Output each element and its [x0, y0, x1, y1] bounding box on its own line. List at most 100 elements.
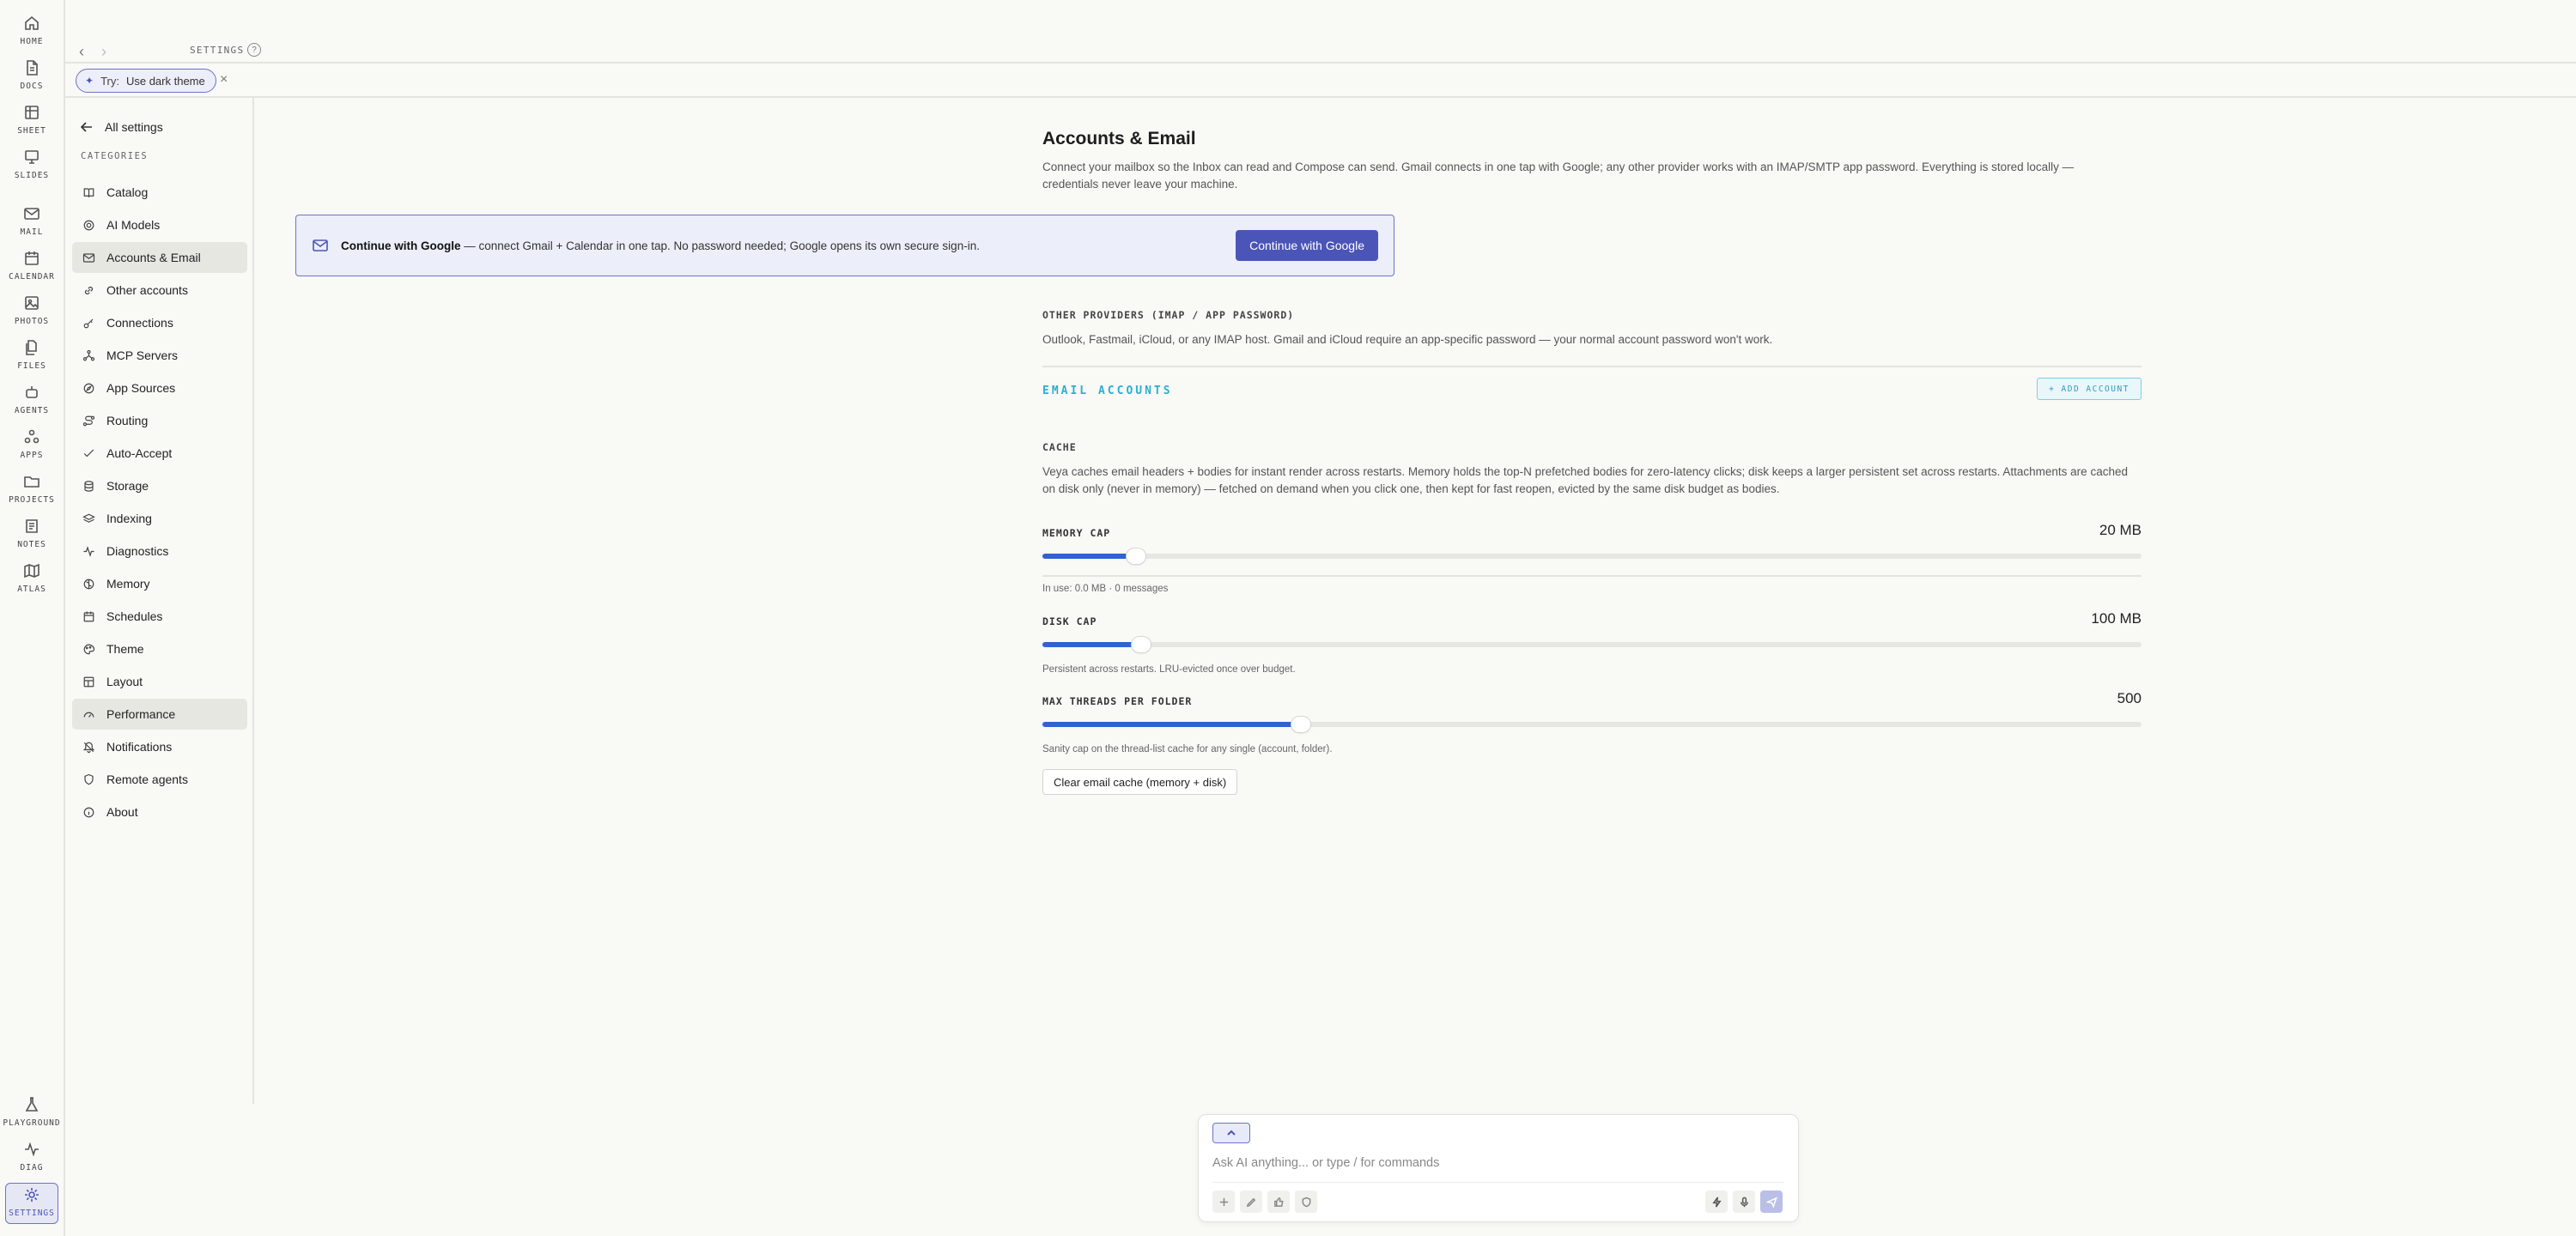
brain-icon	[82, 578, 95, 591]
sidebar-item-ai-models[interactable]: AI Models	[72, 209, 247, 240]
thumbs-up-button[interactable]	[1267, 1191, 1290, 1213]
flask-icon	[22, 1095, 41, 1114]
close-icon[interactable]: ×	[220, 72, 228, 88]
pulse-icon	[22, 1140, 41, 1159]
sidebar-item-diagnostics[interactable]: Diagnostics	[72, 536, 247, 566]
rail-item-label: MAIL	[20, 227, 44, 237]
bolt-button[interactable]	[1705, 1191, 1728, 1213]
disk-cap-slider[interactable]	[1042, 637, 2142, 652]
chat-input[interactable]	[1212, 1153, 1779, 1173]
sidebar-item-theme[interactable]: Theme	[72, 633, 247, 664]
folder-icon	[22, 472, 41, 491]
sidebar-item-catalog[interactable]: Catalog	[72, 177, 247, 208]
book-icon	[82, 186, 95, 199]
gauge-icon	[82, 708, 95, 721]
slider-thumb[interactable]	[1126, 548, 1145, 564]
rail-item-label: SLIDES	[14, 171, 50, 180]
rail-item-agents[interactable]: AGENTS	[5, 381, 58, 422]
sidebar-item-label: Connections	[106, 316, 173, 330]
slider-track	[1042, 554, 2142, 559]
forward-arrow-icon[interactable]: ›	[101, 43, 106, 61]
rail-item-sheet[interactable]: SHEET	[5, 101, 58, 142]
sidebar-item-schedules[interactable]: Schedules	[72, 601, 247, 632]
sidebar-item-label: Remote agents	[106, 772, 188, 786]
sidebar-item-auto-accept[interactable]: Auto-Accept	[72, 438, 247, 469]
rail-item-docs[interactable]: DOCS	[5, 57, 58, 98]
add-account-button[interactable]: + ADD ACCOUNT	[2037, 378, 2142, 400]
mail-icon	[22, 204, 41, 223]
sidebar-item-notifications[interactable]: Notifications	[72, 731, 247, 762]
agents-icon	[22, 383, 41, 402]
key-icon	[82, 317, 95, 330]
cache-label: CACHE	[1042, 441, 1077, 453]
rail-item-files[interactable]: FILES	[5, 336, 58, 378]
sidebar-item-label: Indexing	[106, 512, 152, 525]
slider-fill	[1042, 642, 1142, 647]
sidebar-item-label: Layout	[106, 675, 143, 688]
rail-item-home[interactable]: HOME	[5, 12, 58, 53]
sidebar-item-about[interactable]: About	[72, 797, 247, 827]
sidebar-item-storage[interactable]: Storage	[72, 470, 247, 501]
sidebar-item-connections[interactable]: Connections	[72, 307, 247, 338]
shield-icon	[1302, 1197, 1310, 1207]
back-arrow-icon[interactable]: ‹	[79, 43, 84, 61]
sidebar-item-memory[interactable]: Memory	[72, 568, 247, 599]
sidebar-item-performance[interactable]: Performance	[72, 699, 247, 730]
sparkle-icon: ✦	[85, 75, 94, 87]
map-icon	[22, 561, 41, 580]
max-threads-hint: Sanity cap on the thread-list cache for …	[1042, 744, 1333, 754]
sidebar-item-app-sources[interactable]: App Sources	[72, 373, 247, 403]
rail-item-label: ATLAS	[17, 585, 46, 594]
memory-cap-label: MEMORY CAP	[1042, 527, 1111, 539]
rail-item-atlas[interactable]: ATLAS	[5, 560, 58, 601]
rail-item-diag[interactable]: DIAG	[5, 1138, 58, 1179]
chevron-up-icon	[1227, 1130, 1236, 1136]
sidebar-item-accounts-email[interactable]: Accounts & Email	[72, 242, 247, 273]
gear-icon	[22, 1185, 41, 1204]
rail-item-projects[interactable]: PROJECTS	[5, 470, 58, 512]
continue-with-google-button[interactable]: Continue with Google	[1236, 230, 1378, 261]
rail-item-label: CALENDAR	[9, 272, 55, 282]
memory-cap-slider[interactable]	[1042, 548, 2142, 564]
ai-chat-box	[1198, 1114, 1799, 1222]
rail-item-label: HOME	[20, 37, 44, 46]
sidebar-item-label: Memory	[106, 577, 150, 591]
all-settings-link[interactable]: All settings	[81, 120, 163, 134]
rail-item-label: DOCS	[20, 82, 44, 91]
sidebar-item-indexing[interactable]: Indexing	[72, 503, 247, 534]
rail-item-apps[interactable]: APPS	[5, 426, 58, 467]
rail-item-photos[interactable]: PHOTOS	[5, 292, 58, 333]
bell-off-icon	[82, 741, 95, 754]
rail-item-settings[interactable]: SETTINGS	[5, 1183, 58, 1224]
sidebar-item-remote-agents[interactable]: Remote agents	[72, 764, 247, 795]
rail-item-mail[interactable]: MAIL	[5, 203, 58, 244]
slider-thumb[interactable]	[1132, 637, 1151, 652]
sidebar-item-mcp-servers[interactable]: MCP Servers	[72, 340, 247, 371]
rail-item-playground[interactable]: PLAYGROUND	[3, 1094, 60, 1135]
slider-thumb[interactable]	[1291, 717, 1310, 732]
bookmark-button[interactable]	[1295, 1191, 1317, 1213]
google-connect-card: Continue with Google — connect Gmail + C…	[295, 215, 1394, 276]
sidebar-item-other-accounts[interactable]: Other accounts	[72, 275, 247, 306]
pen-tool-button[interactable]	[1240, 1191, 1262, 1213]
page-title: Accounts & Email	[1042, 129, 1196, 148]
email-accounts-label: EMAIL ACCOUNTS	[1042, 385, 1173, 397]
notes-icon	[22, 517, 41, 536]
rail-item-calendar[interactable]: CALENDAR	[5, 247, 58, 288]
send-button[interactable]	[1760, 1191, 1783, 1213]
sidebar-item-routing[interactable]: Routing	[72, 405, 247, 436]
rail-item-label: FILES	[17, 361, 46, 371]
add-attachment-button[interactable]	[1212, 1191, 1235, 1213]
max-threads-slider[interactable]	[1042, 717, 2142, 732]
microphone-button[interactable]	[1733, 1191, 1755, 1213]
sidebar-item-label: Notifications	[106, 740, 173, 754]
help-icon[interactable]: ?	[247, 43, 261, 57]
clear-email-cache-button[interactable]: Clear email cache (memory + disk)	[1042, 769, 1238, 795]
try-suggestion-pill[interactable]: ✦ Try: Use dark theme	[76, 69, 216, 93]
rail-item-notes[interactable]: NOTES	[5, 515, 58, 556]
try-suggestion-text: Use dark theme	[125, 74, 205, 88]
rail-item-slides[interactable]: SLIDES	[5, 146, 58, 187]
expand-chat-button[interactable]	[1212, 1123, 1250, 1143]
sidebar-item-layout[interactable]: Layout	[72, 666, 247, 697]
sidebar-item-label: Routing	[106, 414, 149, 427]
